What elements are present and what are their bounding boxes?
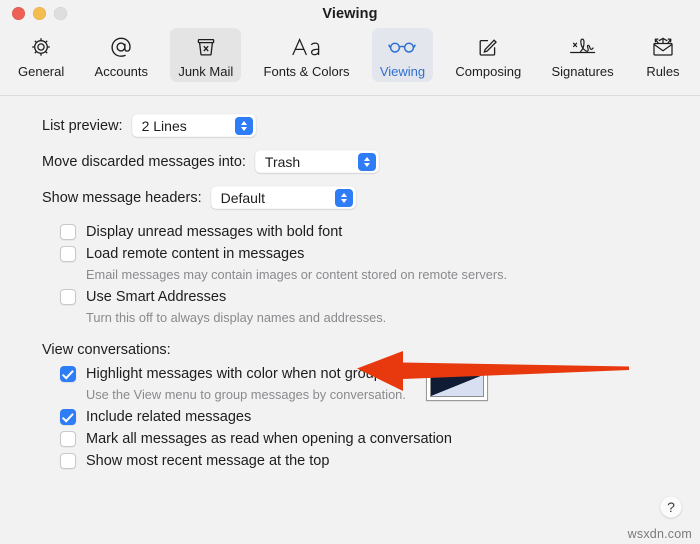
option-help-highlight-color: Use the View menu to group messages by c… <box>86 387 406 402</box>
aa-text-icon <box>290 32 324 62</box>
option-label-smart-addresses: Use Smart Addresses <box>86 289 227 305</box>
conversation-highlight-line: Highlight messages with color when not g… <box>60 364 700 407</box>
option-include-related[interactable]: Include related messages <box>60 407 700 427</box>
checkbox-include-related[interactable] <box>60 409 76 425</box>
window-controls <box>12 7 67 20</box>
list-preview-label: List preview: <box>42 117 123 134</box>
option-smart-addresses[interactable]: Use Smart Addresses <box>60 287 700 307</box>
color-swatch-preview <box>429 374 484 397</box>
toolbar-item-fonts-colors[interactable]: Fonts & Colors <box>256 28 358 82</box>
toolbar-label-junk-mail: Junk Mail <box>178 64 234 79</box>
minimize-button[interactable] <box>33 7 46 20</box>
option-help-load-remote-content: Email messages may contain images or con… <box>86 267 508 282</box>
chevron-updown-icon <box>234 116 253 135</box>
option-label-highlight-color: Highlight messages with color when not g… <box>86 366 398 382</box>
mail-preferences-window: Viewing General Accounts Junk Mail Fonts… <box>0 0 700 544</box>
chevron-updown-icon <box>334 188 353 207</box>
toolbar-item-junk-mail[interactable]: Junk Mail <box>170 28 242 82</box>
toolbar-label-composing: Composing <box>455 64 522 79</box>
toolbar-item-accounts[interactable]: Accounts <box>87 28 156 82</box>
toolbar-label-fonts-colors: Fonts & Colors <box>263 64 350 79</box>
window-titlebar: Viewing <box>0 0 700 28</box>
gear-icon <box>29 32 53 62</box>
option-recent-at-top[interactable]: Show most recent message at the top <box>60 451 700 471</box>
glasses-icon <box>387 32 417 62</box>
option-label-load-remote-content: Load remote content in messages <box>86 246 305 262</box>
viewing-options-group: Display unread messages with bold font L… <box>0 222 700 326</box>
show-headers-dropdown[interactable]: Default <box>210 186 356 209</box>
toolbar-item-signatures[interactable]: Signatures <box>543 28 621 82</box>
option-label-recent-at-top: Show most recent message at the top <box>86 453 330 469</box>
toolbar-label-accounts: Accounts <box>94 64 149 79</box>
checkbox-bold-unread[interactable] <box>60 224 76 240</box>
highlight-color-swatch[interactable] <box>425 370 488 401</box>
list-preview-row: List preview: 2 Lines <box>0 114 700 137</box>
rules-mail-icon <box>650 32 676 62</box>
compose-icon <box>476 32 500 62</box>
signature-icon <box>567 32 599 62</box>
checkbox-mark-all-read[interactable] <box>60 431 76 447</box>
list-preview-dropdown[interactable]: 2 Lines <box>131 114 256 137</box>
option-help-smart-addresses: Turn this off to always display names an… <box>86 310 387 325</box>
option-label-bold-unread: Display unread messages with bold font <box>86 224 343 240</box>
option-highlight-color[interactable]: Highlight messages with color when not g… <box>60 364 406 384</box>
conversation-options-group: Highlight messages with color when not g… <box>0 364 700 471</box>
preferences-content: List preview: 2 Lines Move discarded mes… <box>0 96 700 544</box>
preferences-toolbar: General Accounts Junk Mail Fonts & Color… <box>0 28 700 96</box>
move-discarded-dropdown[interactable]: Trash <box>254 150 379 173</box>
toolbar-item-general[interactable]: General <box>10 28 72 82</box>
toolbar-item-composing[interactable]: Composing <box>447 28 529 82</box>
option-load-remote-content[interactable]: Load remote content in messages <box>60 244 700 264</box>
toolbar-label-general: General <box>18 64 65 79</box>
chevron-updown-icon <box>357 152 376 171</box>
option-label-include-related: Include related messages <box>86 409 252 425</box>
toolbar-item-rules[interactable]: Rules <box>636 28 690 82</box>
watermark-label: wsxdn.com <box>627 527 692 541</box>
close-button[interactable] <box>12 7 25 20</box>
list-preview-value: 2 Lines <box>141 117 187 134</box>
checkbox-recent-at-top[interactable] <box>60 453 76 469</box>
view-conversations-label: View conversations: <box>42 342 171 358</box>
option-label-mark-all-read: Mark all messages as read when opening a… <box>86 431 452 447</box>
option-bold-unread[interactable]: Display unread messages with bold font <box>60 222 700 242</box>
option-mark-all-read[interactable]: Mark all messages as read when opening a… <box>60 429 700 449</box>
toolbar-item-viewing[interactable]: Viewing <box>371 28 434 82</box>
window-title: Viewing <box>322 6 378 22</box>
move-discarded-label: Move discarded messages into: <box>42 153 246 170</box>
zoom-button <box>54 7 67 20</box>
junk-bin-icon <box>194 32 218 62</box>
toolbar-label-rules: Rules <box>646 64 680 79</box>
checkbox-load-remote-content[interactable] <box>60 246 76 262</box>
toolbar-label-signatures: Signatures <box>551 64 614 79</box>
checkbox-highlight-color[interactable] <box>60 366 76 382</box>
toolbar-label-viewing: Viewing <box>379 64 426 79</box>
help-button[interactable]: ? <box>660 496 682 518</box>
show-headers-row: Show message headers: Default <box>0 186 700 209</box>
show-headers-label: Show message headers: <box>42 189 202 206</box>
move-discarded-value: Trash <box>264 153 301 170</box>
show-headers-value: Default <box>220 189 265 206</box>
at-sign-icon <box>108 32 134 62</box>
checkbox-smart-addresses[interactable] <box>60 289 76 305</box>
move-discarded-row: Move discarded messages into: Trash <box>0 150 700 173</box>
